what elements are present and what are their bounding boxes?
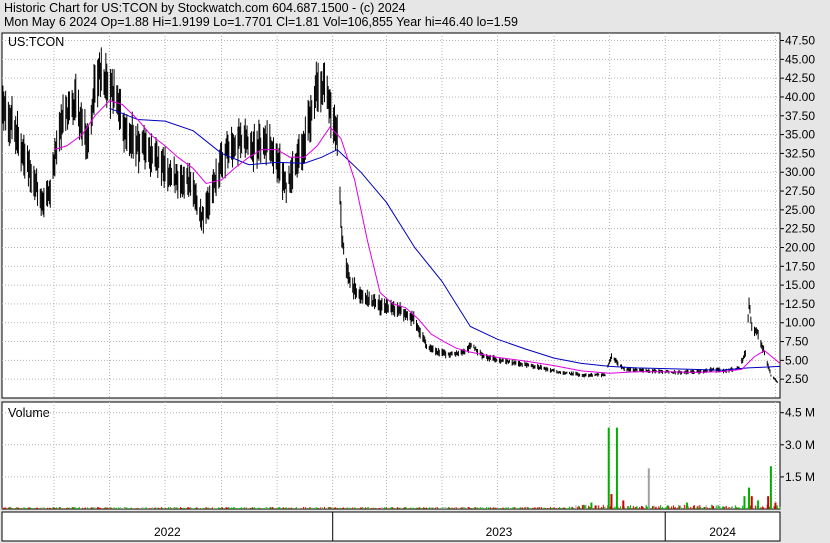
price-tick-label: 25.00: [785, 203, 815, 217]
price-tick-label: 17.50: [785, 259, 815, 273]
stock-chart: 2.50 5.00 7.50 10.00 12.50 15.00 17.50 20.00 22.…: [1, 32, 815, 542]
year-label: 2022: [154, 525, 181, 539]
price-tick-label: 10.00: [785, 316, 815, 330]
price-panel: 2.50 5.00 7.50 10.00 12.50 15.00 17.50 20.00 22.…: [1, 32, 815, 399]
year-label: 2023: [486, 525, 513, 539]
price-tick-label: 12.50: [785, 297, 815, 311]
price-tick-label: 5.00: [785, 353, 809, 367]
price-tick-label: 2.50: [785, 372, 809, 386]
year-label: 2024: [709, 525, 736, 539]
price-tick-label: 15.00: [785, 278, 815, 292]
price-tick-label: 7.50: [785, 335, 809, 349]
price-tick-label: 22.50: [785, 222, 815, 236]
price-tick-label: 37.50: [785, 109, 815, 123]
time-axis: 2022 2023 2024: [1, 511, 781, 542]
price-tick-label: 32.50: [785, 146, 815, 160]
volume-tick-label: 4.5 M: [785, 406, 815, 420]
symbol-label: US:TCON: [8, 35, 64, 49]
volume-tick-label: 3.0 M: [785, 438, 815, 452]
price-tick-label: 35.00: [785, 128, 815, 142]
price-tick-label: 45.00: [785, 52, 815, 66]
volume-panel: Volume1.5 M3.0 M4.5 M: [1, 401, 815, 510]
price-tick-label: 42.50: [785, 71, 815, 85]
price-panel-background: [1, 32, 781, 399]
price-tick-label: 30.00: [785, 165, 815, 179]
volume-tick-label: 1.5 M: [785, 470, 815, 484]
time-axis-background: [1, 511, 781, 542]
price-tick-label: 40.00: [785, 90, 815, 104]
price-tick-label: 27.50: [785, 184, 815, 198]
volume-panel-background: [1, 401, 781, 510]
price-tick-label: 47.50: [785, 34, 815, 48]
price-tick-label: 20.00: [785, 240, 815, 254]
